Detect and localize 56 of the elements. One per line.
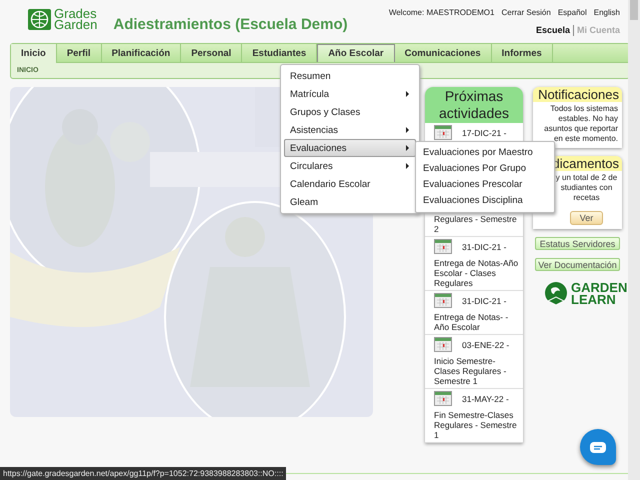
brand-text: LEARN bbox=[571, 294, 616, 306]
activity-description: Regulares - Semestre 2 bbox=[434, 214, 518, 234]
garden-learn-logo-icon bbox=[543, 281, 569, 307]
menu-item[interactable]: Gleam bbox=[284, 193, 416, 211]
activity-description: Entrega de Notas-Año Escolar - Clases Regulares bbox=[434, 258, 519, 288]
menu-item[interactable]: Resumen bbox=[284, 67, 416, 85]
activity-date: 17-DIC-21 - bbox=[462, 128, 506, 138]
medication-text: studiantes con bbox=[560, 183, 612, 193]
globe-logo-icon bbox=[28, 8, 51, 30]
header-link[interactable]: Cerrar Sesión bbox=[501, 8, 551, 17]
brand-text: GARDEN bbox=[571, 282, 628, 294]
medication-text: y un total de 2 de bbox=[556, 173, 618, 183]
header-link[interactable]: English bbox=[594, 8, 620, 17]
menu-item[interactable]: Calendario Escolar bbox=[284, 175, 416, 193]
status-url: https://gate.gradesgarden.net/apex/gg11p/f?p=1052:72:9383988283803::NO:::: bbox=[0, 467, 286, 480]
scrollbar[interactable] bbox=[628, 0, 640, 480]
calendar-icon bbox=[434, 391, 452, 406]
activity-date: 31-MAY-22 - bbox=[462, 394, 509, 404]
nav-tab[interactable]: Perfil bbox=[56, 44, 102, 62]
nav-tab[interactable]: Informes bbox=[492, 44, 553, 62]
header-link[interactable]: Español bbox=[558, 8, 587, 17]
menu-item[interactable]: Grupos y Clases bbox=[284, 103, 416, 121]
menu-item[interactable]: Circulares bbox=[284, 157, 416, 175]
section-header: Notificaciones bbox=[533, 87, 622, 102]
welcome-text: Welcome: MAESTRODEMO1 bbox=[388, 8, 494, 17]
activity-date: 03-ENE-22 - bbox=[462, 340, 510, 350]
menu-item[interactable]: Evaluaciones bbox=[284, 139, 416, 157]
menu-item[interactable]: Evaluaciones Prescolar bbox=[416, 177, 554, 193]
nav-tab[interactable]: Inicio bbox=[11, 44, 57, 63]
nav-tab[interactable]: Año Escolar bbox=[317, 44, 395, 62]
app-title: Adiestramientos (Escuela Demo) bbox=[113, 16, 349, 33]
activity-date: 31-DIC-21 - bbox=[462, 296, 506, 306]
menu-item[interactable]: Evaluaciones Disciplina bbox=[416, 193, 554, 209]
view-button[interactable]: Ver bbox=[570, 211, 604, 225]
calendar-icon bbox=[434, 293, 452, 308]
calendar-icon bbox=[434, 337, 452, 352]
logo-text: Grades bbox=[54, 8, 98, 19]
nav-tab[interactable]: Comunicaciones bbox=[394, 44, 492, 62]
activity-description: Inicio Semestre-Clases Regulares - Semestre 1 bbox=[434, 356, 508, 386]
medication-text: recetas bbox=[573, 193, 600, 203]
logo-text: Garden bbox=[54, 19, 98, 30]
notification-text: Todos los sistemas estables. No hay asuntos que reportar en este momento. bbox=[543, 103, 619, 145]
menu-item[interactable]: Matrícula bbox=[284, 85, 416, 103]
activity-description: Fin Semestre-Clases Regulares - Semestre 1 bbox=[434, 410, 518, 440]
chat-icon bbox=[590, 442, 606, 452]
nav-tab[interactable]: Personal bbox=[181, 44, 242, 62]
context-link[interactable]: Escuela bbox=[536, 25, 570, 36]
menu-item[interactable]: Asistencias bbox=[284, 121, 416, 139]
activity-description: Entrega de Notas- - Año Escolar bbox=[434, 312, 510, 332]
chat-button[interactable] bbox=[580, 429, 616, 465]
activity-date: 31-DIC-21 - bbox=[462, 242, 506, 252]
side-button[interactable]: Ver Documentación bbox=[535, 258, 620, 271]
side-button[interactable]: Estatus Servidores bbox=[535, 237, 620, 250]
nav-tab[interactable]: Planificación bbox=[102, 44, 182, 62]
calendar-icon bbox=[434, 239, 452, 254]
section-header: Próximas actividades bbox=[425, 87, 523, 123]
